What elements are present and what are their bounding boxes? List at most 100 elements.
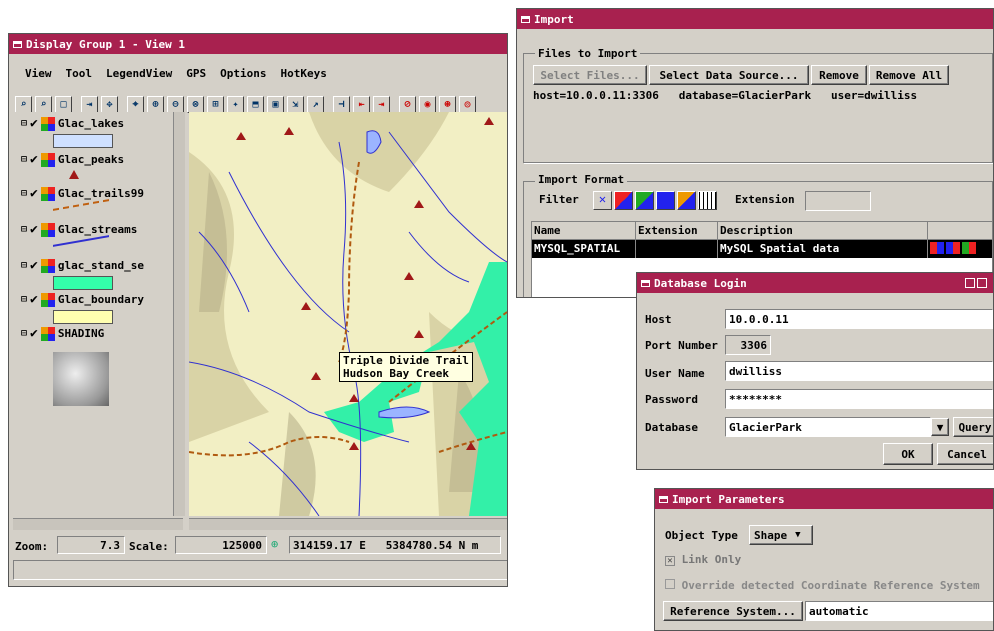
extension-field[interactable] xyxy=(805,191,871,211)
window-menu-icon[interactable] xyxy=(641,279,650,287)
legend-item-label: Glac_streams xyxy=(57,223,138,236)
password-field[interactable]: ******** xyxy=(725,389,993,409)
query-button[interactable]: Query xyxy=(953,417,993,437)
display-titlebar[interactable]: Display Group 1 - View 1 xyxy=(9,34,507,54)
zoom-box-icon[interactable]: ⌕ xyxy=(15,96,32,113)
legend-item[interactable]: ⊟ ✔ Glac_trails99 xyxy=(21,186,144,201)
legend-item[interactable]: ⊟ ✔ Glac_streams xyxy=(21,222,137,237)
window-menu-icon[interactable] xyxy=(13,40,22,48)
visible-checkmark-icon[interactable]: ✔ xyxy=(30,152,38,167)
menu-gps[interactable]: GPS xyxy=(186,67,206,80)
collapse-icon[interactable]: ⊟ xyxy=(21,154,27,165)
col-description[interactable]: Description xyxy=(718,222,928,239)
import-titlebar[interactable]: Import xyxy=(517,9,993,29)
layer-icon[interactable]: ⬒ xyxy=(247,96,264,113)
cancel-button[interactable]: Cancel xyxy=(937,443,993,465)
link-only-option[interactable]: ✕ Link Only xyxy=(665,553,741,566)
collapse-icon[interactable]: ⊟ xyxy=(21,224,27,235)
legend-item[interactable]: ⊟ ✔ SHADING xyxy=(21,326,104,341)
database-field[interactable]: GlacierPark xyxy=(725,417,931,437)
col-extension[interactable]: Extension xyxy=(636,222,718,239)
reference-system-field[interactable]: automatic xyxy=(805,601,993,621)
legend-item[interactable]: ⊟ ✔ Glac_boundary xyxy=(21,292,144,307)
stop-icon[interactable]: ⊘ xyxy=(399,96,416,113)
grid-icon[interactable]: ⊞ xyxy=(207,96,224,113)
menu-hotkeys[interactable]: HotKeys xyxy=(280,67,326,80)
measure-icon[interactable]: ⇲ xyxy=(287,96,304,113)
remove-button[interactable]: Remove xyxy=(811,65,867,85)
legend-item[interactable]: ⊟ ✔ Glac_peaks xyxy=(21,152,124,167)
raster-filter-icon[interactable] xyxy=(614,191,633,210)
map-view[interactable]: Triple Divide Trail Hudson Bay Creek xyxy=(189,112,507,516)
arrow-icon[interactable]: ↗ xyxy=(307,96,324,113)
collapse-icon[interactable]: ⊟ xyxy=(21,118,27,129)
legend-item[interactable]: ⊟ ✔ glac_stand_se xyxy=(21,258,144,273)
full-view-icon[interactable]: □ xyxy=(55,96,72,113)
link-only-checkbox[interactable]: ✕ xyxy=(665,556,675,566)
select-files-button[interactable]: Select Files... xyxy=(533,65,647,85)
window-menu-icon[interactable] xyxy=(659,495,668,503)
snap-icon[interactable]: ⊣ xyxy=(333,96,350,113)
map-hscroll[interactable] xyxy=(189,518,507,530)
locate-icon[interactable]: ⌖ xyxy=(127,96,144,113)
visible-checkmark-icon[interactable]: ✔ xyxy=(30,292,38,307)
scale-field[interactable]: 125000 xyxy=(175,536,267,554)
menu-view[interactable]: View xyxy=(25,67,52,80)
forward-icon[interactable]: ⇥ xyxy=(373,96,390,113)
frame-icon[interactable]: ▣ xyxy=(267,96,284,113)
database-filter-icon[interactable] xyxy=(698,191,717,210)
login-titlebar[interactable]: Database Login xyxy=(637,273,993,293)
select-icon[interactable]: ✦ xyxy=(227,96,244,113)
host-field[interactable]: 10.0.0.11 xyxy=(725,309,993,329)
visible-checkmark-icon[interactable]: ✔ xyxy=(30,326,38,341)
legend-item[interactable]: ⊟ ✔ Glac_lakes xyxy=(21,116,124,131)
ok-button[interactable]: OK xyxy=(883,443,933,465)
legend-hscroll[interactable] xyxy=(13,518,183,530)
override-crs-option[interactable]: Override detected Coordinate Reference S… xyxy=(665,579,980,592)
pan-icon[interactable]: ✥ xyxy=(101,96,118,113)
params-titlebar[interactable]: Import Parameters xyxy=(655,489,993,509)
gps-icon[interactable]: ⊕ xyxy=(271,537,287,553)
window-menu-icon[interactable] xyxy=(521,15,530,23)
vector-filter-icon[interactable]: ✕ xyxy=(593,191,612,210)
reference-system-button[interactable]: Reference System... xyxy=(663,601,803,621)
database-dropdown-button[interactable]: ▼ xyxy=(931,418,949,436)
visible-checkmark-icon[interactable]: ✔ xyxy=(30,186,38,201)
tin-filter-icon[interactable] xyxy=(677,191,696,210)
redraw-icon[interactable]: ⇥ xyxy=(81,96,98,113)
collapse-icon[interactable]: ⊟ xyxy=(21,260,27,271)
record-icon[interactable]: ⊛ xyxy=(439,96,456,113)
user-field[interactable]: dwilliss xyxy=(725,361,993,381)
remove-all-button[interactable]: Remove All xyxy=(869,65,949,85)
menu-options[interactable]: Options xyxy=(220,67,266,80)
target-icon[interactable]: ◎ xyxy=(459,96,476,113)
file-entry[interactable]: host=10.0.0.11:3306 database=GlacierPark… xyxy=(533,89,917,102)
collapse-icon[interactable]: ⊟ xyxy=(21,294,27,305)
shape-filter-icon[interactable] xyxy=(635,191,654,210)
object-type-select[interactable]: Shape ▼ xyxy=(749,525,813,545)
port-field[interactable]: 3306 xyxy=(725,335,771,355)
back-icon[interactable]: ⇤ xyxy=(353,96,370,113)
table-row[interactable]: MYSQL_SPATIAL MySQL Spatial data xyxy=(532,240,992,258)
collapse-icon[interactable]: ⊟ xyxy=(21,328,27,339)
minimize-icon[interactable] xyxy=(965,278,975,288)
format-group-label: Import Format xyxy=(535,173,628,186)
stop-red-icon[interactable]: ◉ xyxy=(419,96,436,113)
col-name[interactable]: Name xyxy=(532,222,636,239)
zoom-in-icon[interactable]: ⊕ xyxy=(147,96,164,113)
menu-legendview[interactable]: LegendView xyxy=(106,67,172,80)
zoom-prev-icon[interactable]: ⊗ xyxy=(187,96,204,113)
select-data-source-button[interactable]: Select Data Source... xyxy=(649,65,809,85)
zoom-out-icon[interactable]: ⊖ xyxy=(167,96,184,113)
collapse-icon[interactable]: ⊟ xyxy=(21,188,27,199)
zoom-field[interactable]: 7.3 xyxy=(57,536,125,554)
visible-checkmark-icon[interactable]: ✔ xyxy=(30,116,38,131)
visible-checkmark-icon[interactable]: ✔ xyxy=(30,258,38,273)
menu-tool[interactable]: Tool xyxy=(66,67,93,80)
visible-checkmark-icon[interactable]: ✔ xyxy=(30,222,38,237)
legend-vscroll[interactable] xyxy=(173,112,185,516)
override-crs-checkbox[interactable] xyxy=(665,579,675,589)
maximize-icon[interactable] xyxy=(977,278,987,288)
cad-filter-icon[interactable] xyxy=(656,191,675,210)
zoom-group-icon[interactable]: ⌕ xyxy=(35,96,52,113)
